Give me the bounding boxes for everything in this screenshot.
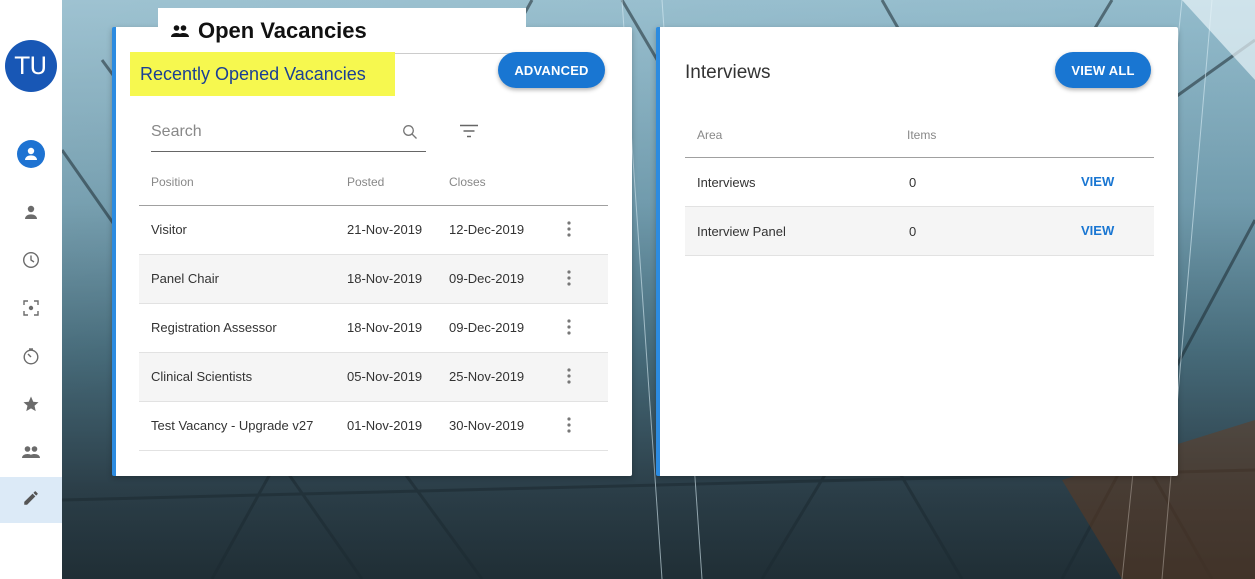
account-circle-icon	[17, 140, 45, 168]
cell-closes: 30-Nov-2019	[449, 418, 525, 433]
table-row[interactable]: Clinical Scientists 05-Nov-2019 25-Nov-2…	[139, 353, 608, 402]
cell-closes: 12-Dec-2019	[449, 222, 525, 237]
search-box	[151, 114, 426, 152]
table-row[interactable]: Interview Panel 0 VIEW	[685, 207, 1154, 256]
page-title-text: Open Vacancies	[198, 17, 367, 43]
view-all-button[interactable]: VIEW ALL	[1055, 52, 1151, 88]
sidebar-item-person[interactable]	[0, 192, 62, 236]
cell-closes: 09-Dec-2019	[449, 320, 525, 335]
column-header-items[interactable]: Items	[907, 128, 936, 142]
cell-closes: 25-Nov-2019	[449, 369, 525, 384]
person-icon	[23, 204, 39, 225]
clock-icon	[22, 251, 40, 274]
avatar-initials: TU	[14, 52, 48, 80]
column-header-position[interactable]: Position	[151, 175, 194, 189]
search-input[interactable]	[151, 114, 391, 150]
cell-area: Interviews	[697, 175, 756, 190]
avatar[interactable]: TU	[5, 40, 57, 92]
cell-items: 0	[909, 175, 917, 190]
table-row[interactable]: Visitor 21-Nov-2019 12-Dec-2019	[139, 206, 608, 255]
cell-posted: 21-Nov-2019	[347, 222, 423, 237]
advanced-button[interactable]: ADVANCED	[498, 52, 605, 88]
timer-icon	[22, 347, 40, 370]
more-vert-icon[interactable]	[566, 415, 572, 438]
people-icon	[170, 23, 190, 39]
page-title: Open Vacancies	[158, 8, 526, 54]
column-header-posted[interactable]: Posted	[347, 175, 384, 189]
column-header-closes[interactable]: Closes	[449, 175, 486, 189]
recent-vacancies-title: Recently Opened Vacancies	[130, 52, 395, 96]
table-row[interactable]: Test Vacancy - Upgrade v27 01-Nov-2019 3…	[139, 402, 608, 451]
view-link[interactable]: VIEW	[1081, 223, 1114, 238]
filter-icon[interactable]	[459, 124, 479, 143]
cell-area: Interview Panel	[697, 224, 786, 239]
cell-position: Panel Chair	[151, 271, 219, 286]
sidebar: TU	[0, 0, 62, 579]
search-icon[interactable]	[402, 124, 418, 145]
view-link[interactable]: VIEW	[1081, 174, 1114, 189]
sidebar-item-timer[interactable]	[0, 336, 62, 380]
cell-posted: 05-Nov-2019	[347, 369, 423, 384]
cell-items: 0	[909, 224, 917, 239]
focus-icon	[22, 299, 40, 322]
table-row[interactable]: Registration Assessor 18-Nov-2019 09-Dec…	[139, 304, 608, 353]
cell-closes: 09-Dec-2019	[449, 271, 525, 286]
people-icon	[21, 444, 41, 465]
cell-posted: 18-Nov-2019	[347, 271, 423, 286]
sidebar-item-people[interactable]	[0, 432, 62, 476]
more-vert-icon[interactable]	[566, 366, 572, 389]
table-row[interactable]: Panel Chair 18-Nov-2019 09-Dec-2019	[139, 255, 608, 304]
cell-position: Clinical Scientists	[151, 369, 253, 384]
sidebar-item-edit[interactable]	[0, 477, 62, 523]
cell-position: Visitor	[151, 222, 187, 237]
cell-posted: 18-Nov-2019	[347, 320, 423, 335]
pencil-icon	[22, 489, 40, 512]
cell-position: Registration Assessor	[151, 320, 277, 335]
sidebar-item-favorites[interactable]	[0, 384, 62, 428]
cell-posted: 01-Nov-2019	[347, 418, 423, 433]
table-row[interactable]: Interviews 0 VIEW	[685, 158, 1154, 207]
column-header-area[interactable]: Area	[697, 128, 722, 142]
more-vert-icon[interactable]	[566, 268, 572, 291]
more-vert-icon[interactable]	[566, 219, 572, 242]
star-icon	[22, 395, 40, 418]
sidebar-item-profile[interactable]	[0, 132, 62, 176]
sidebar-item-focus[interactable]	[0, 288, 62, 332]
more-vert-icon[interactable]	[566, 317, 572, 340]
sidebar-item-history[interactable]	[0, 240, 62, 284]
interviews-title: Interviews	[685, 62, 771, 83]
cell-position: Test Vacancy - Upgrade v27	[151, 418, 314, 433]
